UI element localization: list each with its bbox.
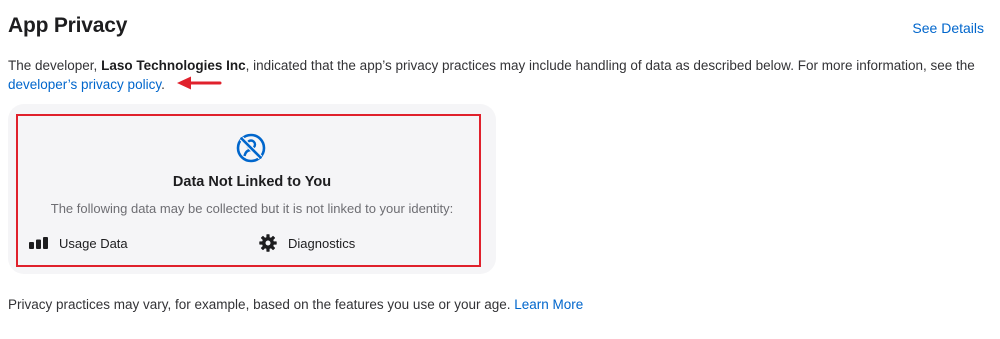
category-label: Usage Data bbox=[59, 235, 128, 251]
category-diagnostics: Diagnostics bbox=[259, 233, 355, 253]
privacy-description: The developer, Laso Technologies Inc, in… bbox=[8, 56, 988, 94]
section-title: App Privacy bbox=[8, 14, 128, 37]
footer-text: Privacy practices may vary, for example,… bbox=[8, 297, 511, 312]
gear-icon bbox=[259, 234, 277, 252]
privacy-policy-link[interactable]: developer’s privacy policy bbox=[8, 77, 161, 92]
card-subtitle: The following data may be collected but … bbox=[50, 201, 454, 216]
privacy-footer: Privacy practices may vary, for example,… bbox=[8, 297, 583, 312]
card-title: Data Not Linked to You bbox=[172, 174, 332, 190]
not-linked-icon bbox=[236, 133, 266, 163]
see-details-link[interactable]: See Details bbox=[912, 20, 984, 36]
app-privacy-page: App Privacy See Details The developer, L… bbox=[0, 0, 1000, 339]
usage-data-icon bbox=[29, 237, 48, 249]
section-header: App Privacy See Details bbox=[8, 14, 984, 38]
category-label: Diagnostics bbox=[288, 235, 356, 251]
description-prefix: The developer, bbox=[8, 58, 102, 73]
red-arrow-annotation bbox=[177, 76, 222, 90]
description-middle: , indicated that the app’s privacy pract… bbox=[245, 58, 975, 73]
description-suffix: . bbox=[161, 77, 165, 92]
learn-more-link[interactable]: Learn More bbox=[514, 297, 583, 312]
category-usage-data: Usage Data bbox=[29, 233, 128, 253]
developer-name: Laso Technologies Inc bbox=[101, 58, 246, 73]
